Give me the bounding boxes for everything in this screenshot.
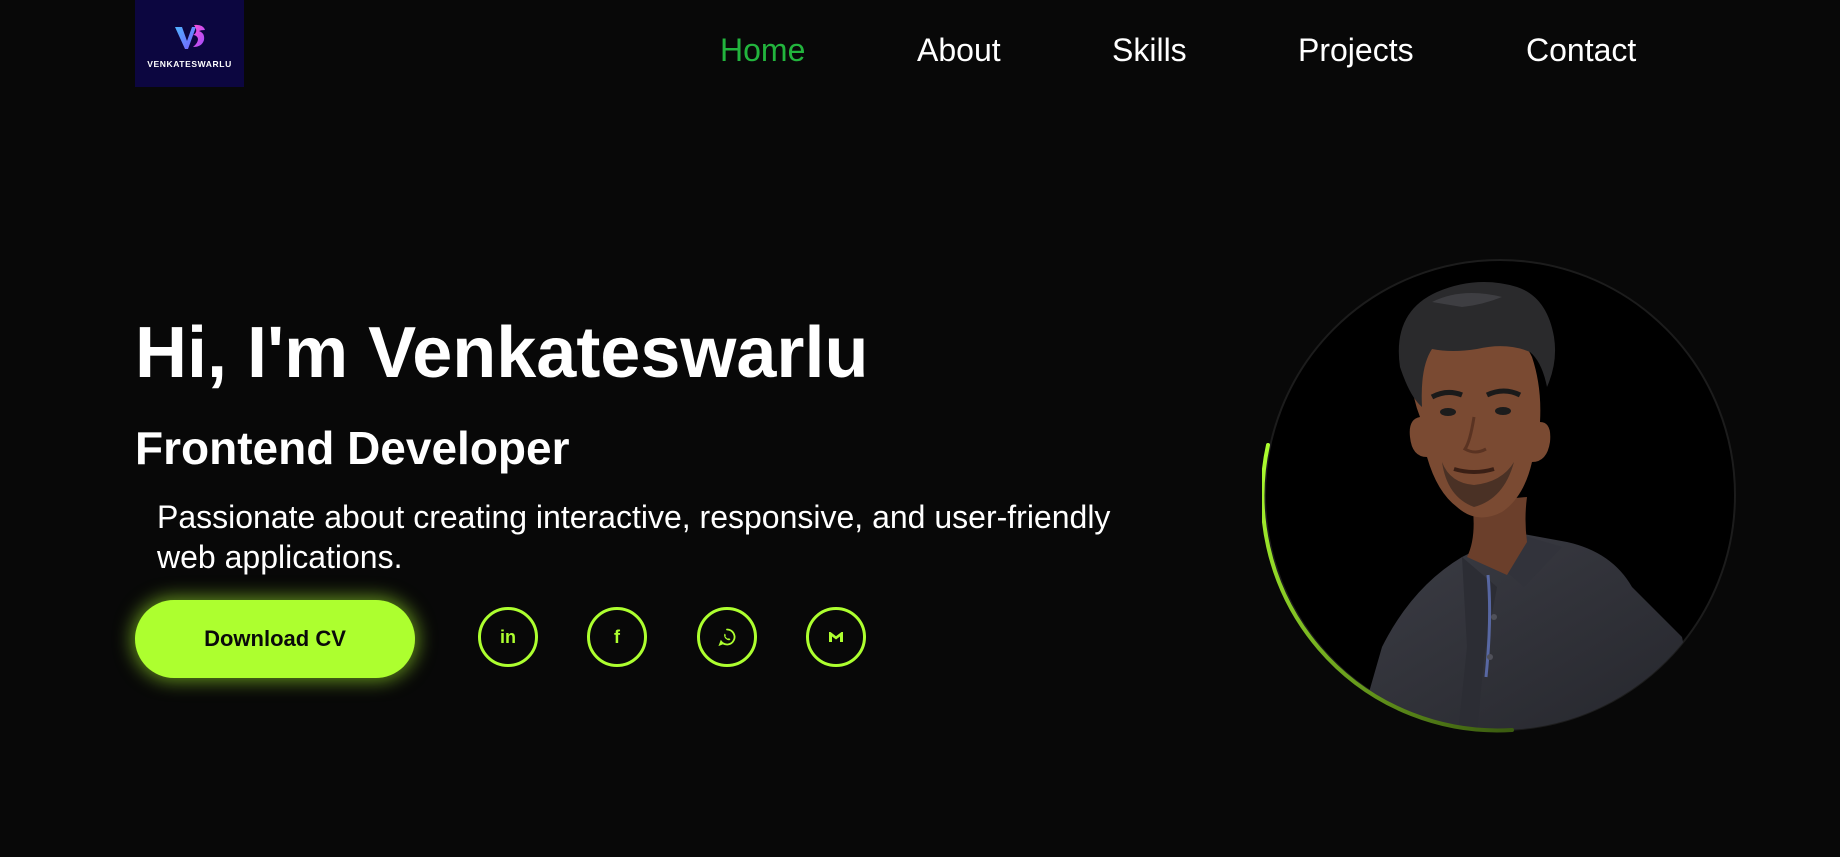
logo-text: VENKATESWARLU bbox=[147, 58, 232, 69]
page: VENKATESWARLU Home About Skills Projects… bbox=[0, 0, 1840, 857]
whatsapp-button[interactable] bbox=[697, 607, 757, 667]
profile-photo bbox=[1262, 257, 1739, 734]
hero-role: Frontend Developer bbox=[135, 422, 570, 474]
facebook-icon: f bbox=[614, 627, 620, 647]
nav-home[interactable]: Home bbox=[720, 30, 805, 70]
linkedin-button[interactable]: in bbox=[478, 607, 538, 667]
profile-photo-illustration bbox=[1262, 259, 1736, 733]
gmail-icon bbox=[829, 632, 843, 642]
nav-projects[interactable]: Projects bbox=[1298, 30, 1414, 70]
nav-contact[interactable]: Contact bbox=[1526, 30, 1636, 70]
hero-description: Passionate about creating interactive, r… bbox=[157, 499, 1111, 575]
gmail-button[interactable] bbox=[806, 607, 866, 667]
site-logo[interactable]: VENKATESWARLU bbox=[135, 0, 244, 87]
logo-mark-icon bbox=[174, 24, 205, 49]
facebook-button[interactable]: f bbox=[587, 607, 647, 667]
whatsapp-icon bbox=[718, 628, 736, 647]
nav-about[interactable]: About bbox=[917, 30, 1001, 70]
nav-skills[interactable]: Skills bbox=[1112, 30, 1187, 70]
linkedin-icon: in bbox=[500, 627, 516, 647]
hero-title: Hi, I'm Venkateswarlu bbox=[135, 313, 869, 393]
download-cv-button[interactable]: Download CV bbox=[135, 600, 415, 678]
